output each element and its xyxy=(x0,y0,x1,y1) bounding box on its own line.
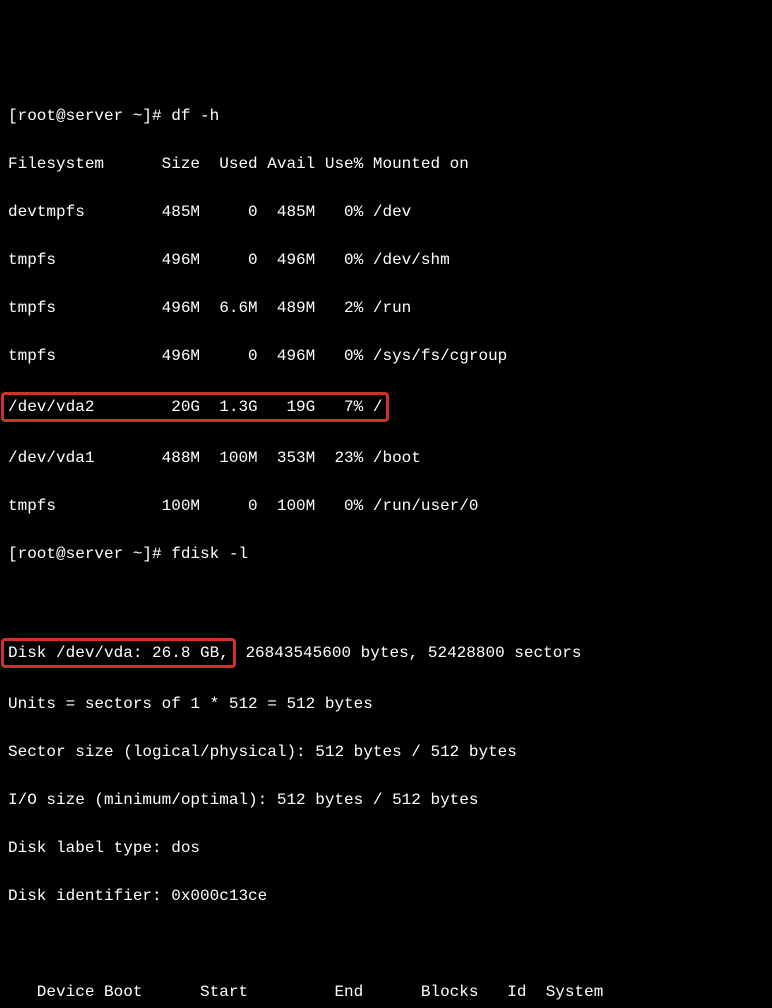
fdisk-units: Units = sectors of 1 * 512 = 512 bytes xyxy=(8,692,764,716)
prompt-fdisk: [root@server ~]# fdisk -l xyxy=(8,542,764,566)
fdisk-disk-line: Disk /dev/vda: 26.8 GB, 26843545600 byte… xyxy=(8,638,764,668)
highlight-box: /dev/vda2 20G 1.3G 19G 7% / xyxy=(1,392,389,422)
df-row: /dev/vda1 488M 100M 353M 23% /boot xyxy=(8,446,764,470)
highlight-box: Disk /dev/vda: 26.8 GB, xyxy=(1,638,236,668)
df-header: Filesystem Size Used Avail Use% Mounted … xyxy=(8,152,764,176)
partition-header: Device Boot Start End Blocks Id System xyxy=(8,980,764,1004)
df-row: devtmpfs 485M 0 485M 0% /dev xyxy=(8,200,764,224)
df-row-highlighted: /dev/vda2 20G 1.3G 19G 7% / xyxy=(8,392,764,422)
blank-line xyxy=(8,932,764,956)
fdisk-label-type: Disk label type: dos xyxy=(8,836,764,860)
df-row: tmpfs 496M 0 496M 0% /dev/shm xyxy=(8,248,764,272)
blank-line xyxy=(8,590,764,614)
df-row: tmpfs 496M 0 496M 0% /sys/fs/cgroup xyxy=(8,344,764,368)
prompt-df: [root@server ~]# df -h xyxy=(8,104,764,128)
fdisk-identifier: Disk identifier: 0x000c13ce xyxy=(8,884,764,908)
fdisk-sector-size: Sector size (logical/physical): 512 byte… xyxy=(8,740,764,764)
fdisk-disk-rest: 26843545600 bytes, 52428800 sectors xyxy=(236,644,582,662)
df-row: tmpfs 496M 6.6M 489M 2% /run xyxy=(8,296,764,320)
fdisk-io-size: I/O size (minimum/optimal): 512 bytes / … xyxy=(8,788,764,812)
df-row: tmpfs 100M 0 100M 0% /run/user/0 xyxy=(8,494,764,518)
